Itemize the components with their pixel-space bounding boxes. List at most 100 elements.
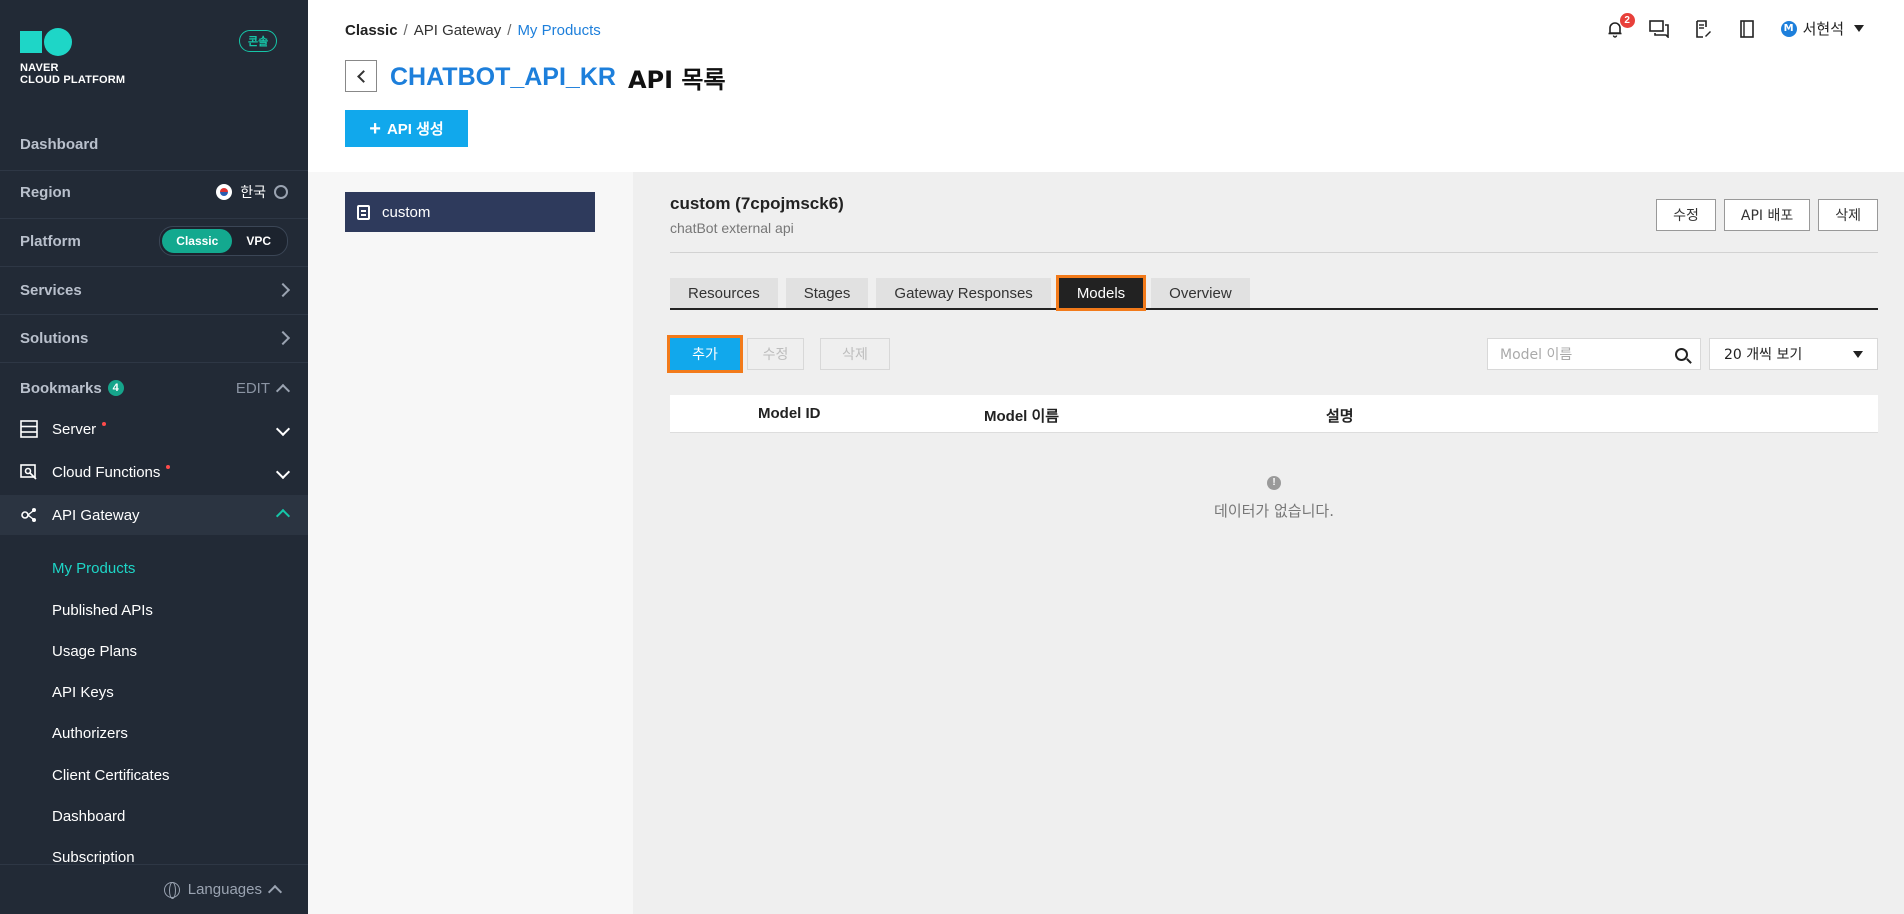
- platform-toggle[interactable]: Classic VPC: [159, 226, 288, 256]
- submenu-client-certificates[interactable]: Client Certificates: [52, 767, 170, 784]
- logo-line2: CLOUD PLATFORM: [20, 74, 126, 86]
- deploy-api-button[interactable]: API 배포: [1723, 199, 1811, 231]
- empty-state: ! 데이터가 없습니다.: [670, 472, 1878, 521]
- page-title: CHATBOT_API_KR API 목록: [390, 60, 726, 95]
- languages-label: Languages: [187, 881, 262, 898]
- tab-stages[interactable]: Stages: [785, 278, 869, 308]
- tab-models[interactable]: Models: [1055, 275, 1147, 311]
- languages-bar[interactable]: Languages: [0, 864, 308, 914]
- submenu-api-keys[interactable]: API Keys: [52, 684, 114, 701]
- bookmarks-edit-button[interactable]: EDIT: [236, 380, 270, 397]
- add-model-button[interactable]: 추가: [667, 335, 743, 373]
- model-search-input[interactable]: Model 이름: [1487, 338, 1701, 370]
- platform-label: Platform: [20, 232, 81, 250]
- info-icon: !: [1267, 475, 1281, 490]
- services-label: Services: [20, 281, 82, 299]
- console-badge[interactable]: 콘솔: [239, 30, 278, 52]
- chevron-up-icon[interactable]: [275, 508, 291, 523]
- submenu-published-apis[interactable]: Published APIs: [52, 602, 153, 619]
- user-avatar: M: [1780, 20, 1797, 37]
- back-button[interactable]: [345, 60, 377, 92]
- empty-message: 데이터가 없습니다.: [1214, 502, 1334, 520]
- sidebar-item-server[interactable]: Server: [0, 409, 308, 449]
- gear-icon[interactable]: [274, 185, 288, 199]
- create-api-label: API 생성: [386, 121, 444, 138]
- region-value[interactable]: 한국: [240, 182, 266, 202]
- korea-flag-icon: [216, 184, 233, 200]
- title-suffix: API 목록: [627, 66, 726, 94]
- sidebar-solutions[interactable]: Solutions: [0, 322, 308, 354]
- new-dot-icon: [102, 422, 107, 426]
- api-detail-description: chatBot external api: [670, 220, 794, 236]
- sidebar-services[interactable]: Services: [0, 274, 308, 306]
- page-size-value: 20 개씩 보기: [1724, 347, 1803, 363]
- api-list-item-label: custom: [382, 203, 431, 221]
- platform-vpc-option[interactable]: VPC: [232, 229, 285, 253]
- search-placeholder: Model 이름: [1500, 347, 1573, 363]
- header-toolbar: 2 M 서현석: [1605, 12, 1864, 39]
- dashboard-label: Dashboard: [20, 135, 99, 153]
- naver-cloud-logo[interactable]: NAVER CLOUD PLATFORM: [20, 28, 125, 86]
- globe-icon: [163, 881, 180, 899]
- api-gateway-label: API Gateway: [52, 506, 140, 524]
- region-row: Region 한국: [0, 176, 308, 208]
- submenu-authorizers[interactable]: Authorizers: [52, 725, 128, 742]
- logo-mark-icon: [20, 28, 125, 56]
- detail-actions: 수정 API 배포 삭제: [1656, 199, 1878, 231]
- user-menu[interactable]: M 서현석: [1780, 18, 1864, 39]
- user-name: 서현석: [1802, 20, 1844, 38]
- chevron-down-icon[interactable]: [275, 421, 291, 436]
- edit-api-button[interactable]: 수정: [1656, 199, 1716, 231]
- api-detail-title: custom (7cpojmsck6): [670, 194, 844, 213]
- column-model-name: Model 이름: [984, 408, 1060, 425]
- submenu-my-products[interactable]: My Products: [52, 560, 135, 577]
- search-icon[interactable]: [1675, 347, 1688, 361]
- delete-api-button[interactable]: 삭제: [1818, 199, 1878, 231]
- breadcrumb-my-products[interactable]: My Products: [517, 22, 600, 39]
- notification-count-badge: 2: [1619, 12, 1635, 28]
- sidebar-item-cloud-functions[interactable]: Cloud Functions: [0, 452, 308, 492]
- page-header: Classic / API Gateway / My Products CHAT…: [308, 0, 1904, 172]
- create-api-button[interactable]: + API 생성: [345, 110, 468, 147]
- plus-icon: +: [369, 117, 381, 140]
- breadcrumb: Classic / API Gateway / My Products: [345, 22, 601, 39]
- book-icon[interactable]: [1737, 19, 1757, 39]
- tab-overview[interactable]: Overview: [1151, 278, 1250, 308]
- bookmarks-count-badge: 4: [107, 380, 124, 396]
- chevron-down-icon[interactable]: [275, 464, 291, 479]
- detail-tabs: Resources Stages Gateway Responses Model…: [670, 275, 1878, 311]
- chevron-up-icon[interactable]: [275, 383, 291, 398]
- tab-gateway-responses[interactable]: Gateway Responses: [876, 278, 1051, 308]
- sidebar-dashboard[interactable]: Dashboard: [0, 128, 308, 160]
- sidebar: NAVER CLOUD PLATFORM 콘솔 Dashboard Region…: [0, 0, 308, 914]
- platform-classic-option[interactable]: Classic: [162, 229, 233, 253]
- delete-model-button[interactable]: 삭제: [820, 338, 890, 370]
- api-list-panel: custom: [308, 172, 633, 914]
- new-dot-icon: [166, 465, 171, 469]
- bookmarks-label: Bookmarks: [20, 379, 102, 397]
- edit-model-button[interactable]: 수정: [747, 338, 804, 370]
- api-detail-panel: custom (7cpojmsck6) chatBot external api…: [633, 172, 1904, 914]
- column-description: 설명: [1326, 408, 1354, 425]
- page-size-select[interactable]: 20 개씩 보기: [1709, 338, 1878, 370]
- breadcrumb-classic[interactable]: Classic: [345, 22, 398, 39]
- chevron-right-icon: [275, 282, 291, 298]
- breadcrumb-api-gateway[interactable]: API Gateway: [414, 22, 502, 39]
- region-label: Region: [20, 183, 71, 201]
- tab-resources[interactable]: Resources: [670, 278, 778, 308]
- chat-icon[interactable]: [1648, 19, 1669, 39]
- product-name: CHATBOT_API_KR: [390, 63, 616, 91]
- caret-down-icon: [1854, 25, 1864, 32]
- sidebar-item-api-gateway[interactable]: API Gateway: [0, 495, 308, 535]
- cloud-functions-icon: [20, 463, 38, 481]
- bell-icon[interactable]: 2: [1605, 12, 1635, 39]
- submenu-usage-plans[interactable]: Usage Plans: [52, 643, 137, 660]
- document-icon: [357, 204, 370, 220]
- divider: [670, 252, 1878, 253]
- chevron-left-icon: [356, 69, 370, 83]
- memo-edit-icon[interactable]: [1693, 19, 1713, 39]
- api-list-item[interactable]: custom: [345, 192, 595, 232]
- platform-row: Platform Classic VPC: [0, 226, 308, 256]
- server-icon: [20, 420, 38, 438]
- submenu-dashboard[interactable]: Dashboard: [52, 808, 125, 825]
